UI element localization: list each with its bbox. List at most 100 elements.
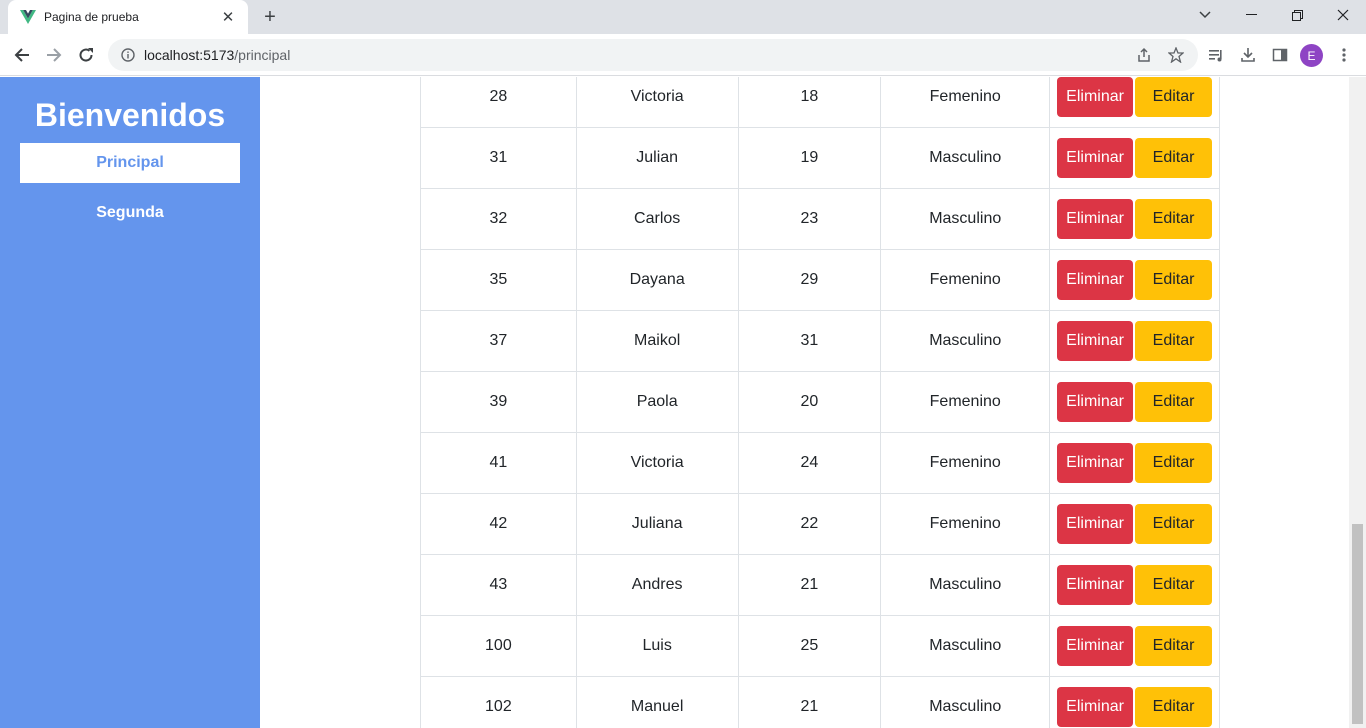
cell-gender: Femenino [880,493,1051,555]
cell-id: 42 [420,493,577,555]
cell-age: 20 [737,371,882,433]
more-menu-icon[interactable] [1330,41,1358,69]
restore-icon[interactable] [1274,0,1320,30]
cell-actions: Eliminar Editar [1049,249,1220,311]
minimize-icon[interactable] [1228,0,1274,30]
table-row: 42 Juliana 22 Femenino Eliminar Editar [420,493,1220,555]
close-window-icon[interactable] [1320,0,1366,30]
cell-id: 39 [420,371,577,433]
data-table: 28 Victoria 18 Femenino Eliminar Editar 31 Juli… [420,77,1220,728]
cell-actions: Eliminar Editar [1049,371,1220,433]
new-tab-icon[interactable]: + [258,6,282,28]
url-text: localhost:5173/principal [144,47,290,63]
cell-age: 19 [737,127,882,189]
edit-button[interactable]: Editar [1135,260,1213,300]
table-row: 102 Manuel 21 Masculino Eliminar Editar [420,676,1220,728]
cell-gender: Masculino [880,615,1051,677]
delete-button[interactable]: Eliminar [1057,504,1134,544]
browser-tab[interactable]: Pagina de prueba ✕ [8,0,248,34]
cell-name: Victoria [575,432,739,494]
cell-id: 28 [420,77,577,128]
media-queue-icon[interactable] [1202,41,1230,69]
delete-button[interactable]: Eliminar [1057,443,1134,483]
back-icon[interactable] [8,41,36,69]
table-row: 28 Victoria 18 Femenino Eliminar Editar [420,77,1220,128]
cell-actions: Eliminar Editar [1049,615,1220,677]
url-host: localhost:5173 [144,47,235,63]
cell-name: Luis [575,615,739,677]
edit-button[interactable]: Editar [1135,443,1213,483]
cell-age: 24 [737,432,882,494]
cell-name: Andres [575,554,739,616]
delete-button[interactable]: Eliminar [1057,260,1134,300]
delete-button[interactable]: Eliminar [1057,687,1134,727]
edit-button[interactable]: Editar [1135,321,1213,361]
table-row: 43 Andres 21 Masculino Eliminar Editar [420,554,1220,616]
table-row: 37 Maikol 31 Masculino Eliminar Editar [420,310,1220,372]
tab-search-icon[interactable] [1182,0,1228,30]
cell-name: Julian [575,127,739,189]
delete-button[interactable]: Eliminar [1057,626,1134,666]
scrollbar-thumb[interactable] [1352,524,1363,724]
table-row: 32 Carlos 23 Masculino Eliminar Editar [420,188,1220,250]
cell-id: 100 [420,615,577,677]
delete-button[interactable]: Eliminar [1057,199,1134,239]
address-bar[interactable]: localhost:5173/principal [108,39,1198,71]
cell-id: 31 [420,127,577,189]
cell-name: Manuel [575,676,739,728]
cell-id: 41 [420,432,577,494]
bookmark-star-icon[interactable] [1162,41,1190,69]
cell-actions: Eliminar Editar [1049,77,1220,128]
cell-age: 18 [737,77,882,128]
sidebar-title: Bienvenidos [34,97,226,133]
delete-button[interactable]: Eliminar [1057,382,1134,422]
edit-button[interactable]: Editar [1135,199,1213,239]
edit-button[interactable]: Editar [1135,138,1213,178]
cell-actions: Eliminar Editar [1049,188,1220,250]
browser-toolbar: localhost:5173/principal E [0,34,1366,76]
cell-actions: Eliminar Editar [1049,310,1220,372]
edit-button[interactable]: Editar [1135,504,1213,544]
cell-gender: Masculino [880,310,1051,372]
cell-age: 22 [737,493,882,555]
edit-button[interactable]: Editar [1135,382,1213,422]
sidebar: Bienvenidos Principal Segunda [0,77,260,728]
cell-name: Juliana [575,493,739,555]
edit-button[interactable]: Editar [1135,626,1213,666]
scrollbar[interactable] [1349,77,1366,728]
delete-button[interactable]: Eliminar [1057,321,1134,361]
edit-button[interactable]: Editar [1135,77,1213,117]
edit-button[interactable]: Editar [1135,565,1213,605]
cell-age: 29 [737,249,882,311]
delete-button[interactable]: Eliminar [1057,77,1134,117]
cell-gender: Masculino [880,554,1051,616]
cell-actions: Eliminar Editar [1049,127,1220,189]
cell-name: Carlos [575,188,739,250]
table-row: 31 Julian 19 Masculino Eliminar Editar [420,127,1220,189]
share-icon[interactable] [1130,41,1158,69]
tab-close-icon[interactable]: ✕ [218,7,238,27]
cell-gender: Masculino [880,127,1051,189]
cell-gender: Femenino [880,432,1051,494]
site-info-icon[interactable] [118,45,138,65]
table-row: 39 Paola 20 Femenino Eliminar Editar [420,371,1220,433]
data-table-container: 28 Victoria 18 Femenino Eliminar Editar 31 Juli… [420,77,1220,728]
cell-name: Maikol [575,310,739,372]
cell-actions: Eliminar Editar [1049,676,1220,728]
side-panel-icon[interactable] [1266,41,1294,69]
download-icon[interactable] [1234,41,1262,69]
forward-icon[interactable] [40,41,68,69]
cell-actions: Eliminar Editar [1049,493,1220,555]
profile-avatar[interactable]: E [1300,44,1323,67]
delete-button[interactable]: Eliminar [1057,138,1134,178]
reload-icon[interactable] [72,41,100,69]
tab-title: Pagina de prueba [44,10,139,24]
delete-button[interactable]: Eliminar [1057,565,1134,605]
vue-logo-icon [20,10,36,24]
cell-age: 21 [737,554,882,616]
cell-age: 25 [737,615,882,677]
sidebar-item-principal[interactable]: Principal [20,143,240,183]
cell-id: 102 [420,676,577,728]
edit-button[interactable]: Editar [1135,687,1213,727]
sidebar-item-segunda[interactable]: Segunda [20,193,240,233]
